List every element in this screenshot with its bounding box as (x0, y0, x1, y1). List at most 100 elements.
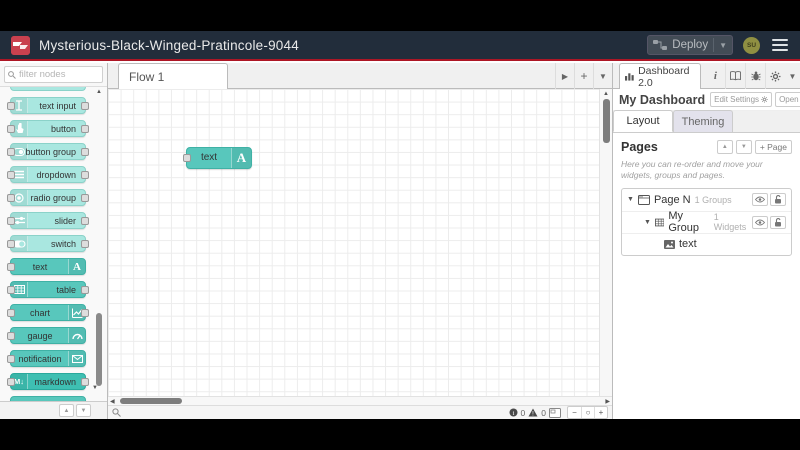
output-port[interactable] (81, 378, 89, 386)
navigator-toggle-icon[interactable] (549, 407, 561, 418)
output-port[interactable] (81, 194, 89, 202)
input-port[interactable] (7, 148, 15, 156)
node-red-logo-icon (11, 35, 30, 55)
config-tab-button[interactable] (765, 63, 785, 89)
scroll-right-icon[interactable]: ▶ (605, 398, 610, 405)
chevron-down-icon[interactable]: ▼ (627, 196, 634, 203)
output-port[interactable] (81, 217, 89, 225)
add-page-button[interactable]: + Page (754, 140, 792, 154)
input-port[interactable] (7, 217, 15, 225)
sidebar-tabbar: Dashboard 2.0 i ▼ (613, 63, 800, 89)
chevron-down-icon[interactable]: ▼ (644, 219, 651, 226)
flow-tabbar: Flow 1 ▶ + ▼ (108, 63, 612, 89)
palette-node-dropdown[interactable]: dropdown (7, 166, 89, 183)
palette-node-switch[interactable]: switch (7, 235, 89, 252)
lock-button[interactable] (770, 193, 786, 207)
output-port[interactable] (81, 102, 89, 110)
search-icon[interactable] (112, 408, 121, 417)
edit-settings-button[interactable]: Edit Settings (710, 92, 773, 107)
input-port[interactable] (7, 240, 15, 248)
lock-button[interactable] (770, 215, 786, 229)
zoom-in-button[interactable]: + (594, 407, 607, 418)
tree-row-group[interactable]: ▼ My Group 1 Widgets (622, 210, 791, 234)
palette-node-markdown[interactable]: M↓ markdown (7, 373, 89, 390)
canvas-node-text[interactable]: text A (183, 147, 252, 169)
palette-footer: ▲ ▼ (0, 401, 107, 419)
output-port[interactable] (81, 148, 89, 156)
flow-tab[interactable]: Flow 1 (118, 63, 228, 89)
open-dashboard-button[interactable]: Open Dashboard (775, 92, 800, 107)
help-tab-button[interactable] (725, 63, 745, 89)
deploy-label: Deploy (672, 39, 709, 51)
info-tab-button[interactable]: i (705, 63, 725, 89)
input-port[interactable] (7, 194, 15, 202)
palette-filter-input[interactable] (19, 69, 89, 80)
input-port[interactable] (7, 309, 15, 317)
palette-node-button[interactable]: button (7, 120, 89, 137)
palette-expand-all-button[interactable]: ▼ (76, 404, 91, 417)
palette-node-notification[interactable]: notification (7, 350, 86, 367)
input-port[interactable] (7, 378, 15, 386)
tab-theming[interactable]: Theming (673, 110, 733, 132)
debug-tab-button[interactable] (745, 63, 765, 89)
deploy-button[interactable]: Deploy ▼ (647, 35, 733, 55)
header: Mysterious-Black-Winged-Pratincole-9044 … (0, 31, 800, 61)
tree-row-widget[interactable]: text (622, 232, 791, 255)
palette-node-button-group[interactable]: button group (7, 143, 89, 160)
canvas-horizontal-scrollbar[interactable]: ◀ ▶ (108, 396, 612, 405)
palette-collapse-all-button[interactable]: ▲ (59, 404, 74, 417)
palette-node-chart[interactable]: chart (7, 304, 89, 321)
palette-scroll-down-icon[interactable]: ▼ (92, 385, 98, 391)
palette-node-gauge[interactable]: gauge (7, 327, 86, 344)
output-port[interactable] (81, 286, 89, 294)
move-down-button[interactable]: ▼ (735, 140, 752, 154)
zoom-out-button[interactable]: − (568, 407, 581, 418)
input-port[interactable] (183, 154, 191, 162)
tab-layout[interactable]: Layout (613, 110, 673, 132)
main-menu-button[interactable] (770, 37, 790, 54)
palette-node-slider[interactable]: slider (7, 212, 89, 229)
pages-header: Pages ▲ ▼ + Page (621, 140, 792, 154)
output-port[interactable] (81, 125, 89, 133)
palette-node-text[interactable]: A text (7, 258, 86, 275)
palette-scroll-up-icon[interactable]: ▲ (96, 89, 102, 95)
vscroll-thumb[interactable] (603, 99, 610, 143)
flow-list-icon[interactable]: ▼ (593, 63, 612, 89)
input-port[interactable] (7, 125, 15, 133)
pages-heading: Pages (621, 140, 658, 154)
palette-node-text-input[interactable]: text input (7, 97, 89, 114)
next-tab-icon[interactable]: ▶ (555, 63, 574, 89)
tab-dashboard-2[interactable]: Dashboard 2.0 (619, 63, 702, 89)
sidebar-menu-caret-icon[interactable]: ▼ (785, 63, 800, 89)
pages-section: Pages ▲ ▼ + Page Here you can re-order a… (613, 133, 800, 263)
palette-node-radio-group[interactable]: radio group (7, 189, 89, 206)
output-port[interactable] (81, 171, 89, 179)
input-port[interactable] (7, 332, 15, 340)
visibility-button[interactable] (752, 215, 768, 229)
input-port[interactable] (7, 286, 15, 294)
palette-node-partial-top[interactable] (10, 87, 86, 91)
hscroll-thumb[interactable] (120, 398, 182, 404)
output-port[interactable] (81, 309, 89, 317)
zoom-reset-button[interactable]: ○ (581, 407, 594, 418)
add-flow-button[interactable]: + (574, 63, 593, 89)
flow-canvas[interactable]: text A (108, 89, 612, 396)
input-port[interactable] (7, 263, 15, 271)
visibility-button[interactable] (752, 193, 768, 207)
input-port[interactable] (7, 355, 15, 363)
scroll-up-icon[interactable]: ▲ (603, 91, 609, 97)
palette-node-table[interactable]: table (7, 281, 89, 298)
scroll-left-icon[interactable]: ◀ (110, 398, 115, 405)
tree-row-page[interactable]: ▼ Page N 1 Groups (622, 189, 791, 211)
flow-tab-controls: ▶ + ▼ (555, 63, 612, 89)
palette-scrollbar-thumb[interactable] (96, 313, 102, 386)
input-port[interactable] (7, 102, 15, 110)
canvas-vertical-scrollbar[interactable]: ▲ (599, 89, 612, 396)
bar-chart-icon (625, 73, 634, 81)
palette-search[interactable] (4, 66, 103, 83)
input-port[interactable] (7, 171, 15, 179)
output-port[interactable] (81, 240, 89, 248)
deploy-caret-icon[interactable]: ▼ (719, 41, 727, 50)
user-avatar[interactable]: SU (743, 36, 760, 54)
move-up-button[interactable]: ▲ (716, 140, 733, 154)
